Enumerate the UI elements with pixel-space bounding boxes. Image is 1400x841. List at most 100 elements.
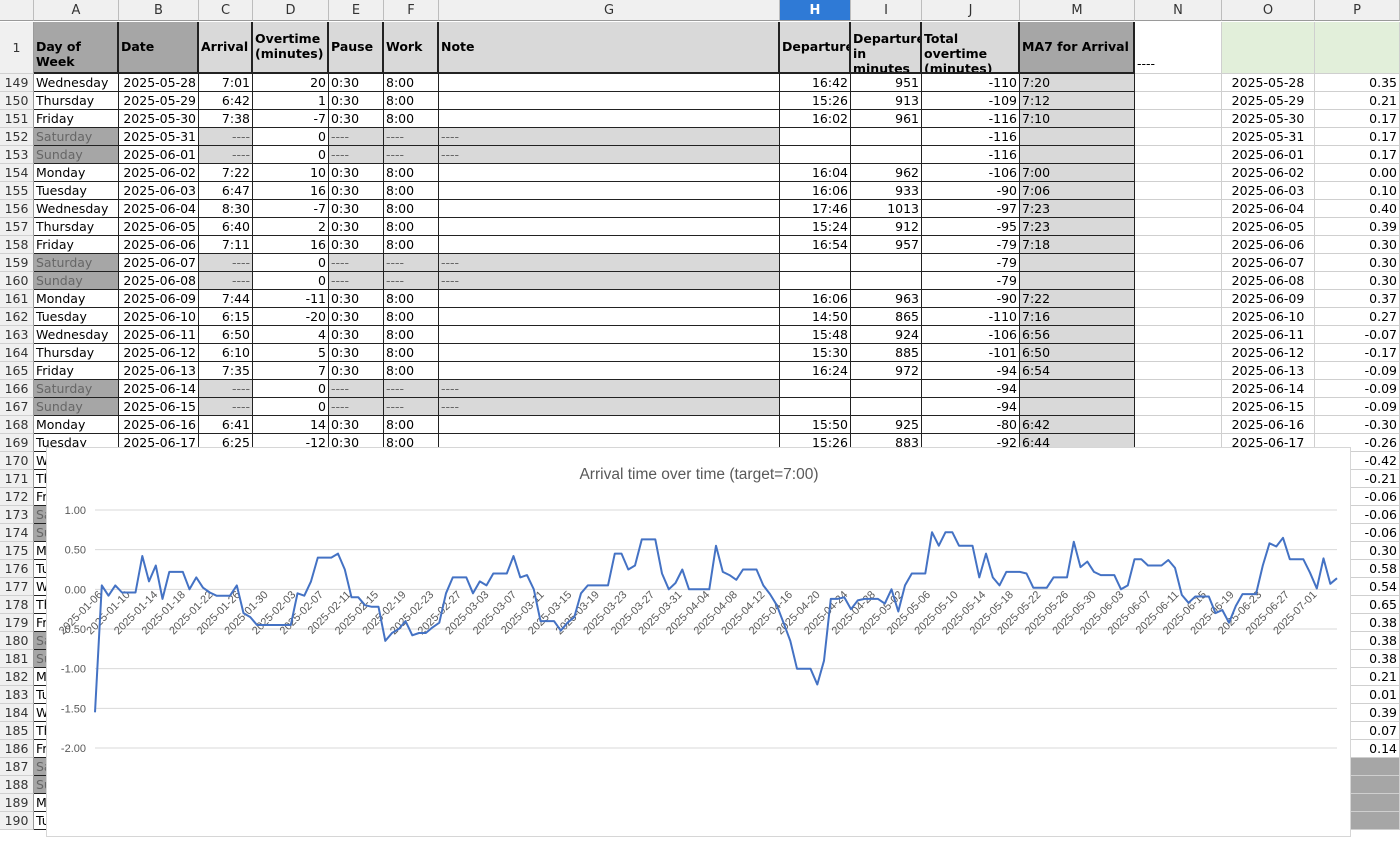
row-header[interactable]: 180 — [0, 632, 34, 650]
header-arrival[interactable]: Arrival — [199, 22, 253, 74]
cell-pause[interactable]: 0:30 — [329, 308, 384, 326]
cell-arrival[interactable]: 8:30 — [199, 200, 253, 218]
cell-o-date[interactable]: 2025-06-11 — [1222, 326, 1315, 344]
cell-work[interactable]: ---- — [384, 254, 439, 272]
cell-p-value[interactable]: 0.30 — [1315, 254, 1400, 272]
row-header[interactable]: 174 — [0, 524, 34, 542]
cell-note[interactable] — [439, 308, 780, 326]
cell-day[interactable]: Wednesday — [34, 74, 119, 92]
cell-n[interactable] — [1135, 326, 1222, 344]
cell-work[interactable]: 8:00 — [384, 92, 439, 110]
cell-departure[interactable] — [780, 146, 851, 164]
cell-o-date[interactable]: 2025-06-05 — [1222, 218, 1315, 236]
cell-arrival[interactable]: ---- — [199, 398, 253, 416]
header-note[interactable]: Note — [439, 22, 780, 74]
cell-pause[interactable]: ---- — [329, 146, 384, 164]
cell-departure[interactable]: 16:24 — [780, 362, 851, 380]
row-header[interactable]: 183 — [0, 686, 34, 704]
row-header[interactable]: 159 — [0, 254, 34, 272]
cell-o-date[interactable]: 2025-06-15 — [1222, 398, 1315, 416]
row-header[interactable]: 190 — [0, 812, 34, 830]
cell-date[interactable]: 2025-06-11 — [119, 326, 199, 344]
cell-departure[interactable]: 16:42 — [780, 74, 851, 92]
header-ma7-arrival[interactable]: MA7 for Arrival — [1020, 22, 1135, 74]
cell-ma7[interactable]: 7:06 — [1020, 182, 1135, 200]
row-header[interactable]: 173 — [0, 506, 34, 524]
cell-date[interactable]: 2025-06-12 — [119, 344, 199, 362]
cell-departure-minutes[interactable] — [851, 254, 922, 272]
cell-departure-minutes[interactable]: 961 — [851, 110, 922, 128]
cell-departure[interactable]: 15:50 — [780, 416, 851, 434]
cell-day[interactable]: Monday — [34, 416, 119, 434]
cell-date[interactable]: 2025-06-16 — [119, 416, 199, 434]
cell-pause[interactable]: 0:30 — [329, 344, 384, 362]
cell-total-overtime[interactable]: -79 — [922, 272, 1020, 290]
cell-total-overtime[interactable]: -94 — [922, 362, 1020, 380]
cell-work[interactable]: ---- — [384, 380, 439, 398]
cell-note[interactable]: ---- — [439, 146, 780, 164]
cell-total-overtime[interactable]: -109 — [922, 92, 1020, 110]
cell-n[interactable] — [1135, 218, 1222, 236]
cell-p-value[interactable]: 0.17 — [1315, 146, 1400, 164]
cell-work[interactable]: 8:00 — [384, 74, 439, 92]
cell-overtime[interactable]: 16 — [253, 236, 329, 254]
cell-n[interactable] — [1135, 128, 1222, 146]
cell-departure[interactable] — [780, 254, 851, 272]
cell-ma7[interactable]: 6:54 — [1020, 362, 1135, 380]
cell-p-value[interactable]: -0.09 — [1315, 380, 1400, 398]
cell-total-overtime[interactable]: -79 — [922, 254, 1020, 272]
cell-o-date[interactable]: 2025-05-31 — [1222, 128, 1315, 146]
cell-arrival[interactable]: 6:50 — [199, 326, 253, 344]
cell-ma7[interactable] — [1020, 380, 1135, 398]
cell-o-date[interactable]: 2025-06-01 — [1222, 146, 1315, 164]
cell-note[interactable] — [439, 344, 780, 362]
cell-total-overtime[interactable]: -95 — [922, 218, 1020, 236]
cell-overtime[interactable]: -7 — [253, 200, 329, 218]
cell-work[interactable]: 8:00 — [384, 344, 439, 362]
cell-overtime[interactable]: -7 — [253, 110, 329, 128]
cell-note[interactable] — [439, 416, 780, 434]
cell-departure-minutes[interactable] — [851, 380, 922, 398]
cell-work[interactable]: 8:00 — [384, 218, 439, 236]
cell-o-date[interactable]: 2025-05-29 — [1222, 92, 1315, 110]
cell-overtime[interactable]: 10 — [253, 164, 329, 182]
row-header[interactable]: 151 — [0, 110, 34, 128]
row-header[interactable]: 150 — [0, 92, 34, 110]
column-header-g[interactable]: G — [439, 0, 780, 21]
column-header-b[interactable]: B — [119, 0, 199, 21]
row-header-1[interactable]: 1 — [0, 22, 34, 74]
cell-n[interactable] — [1135, 398, 1222, 416]
cell-work[interactable]: ---- — [384, 128, 439, 146]
cell-ma7[interactable]: 7:00 — [1020, 164, 1135, 182]
column-header-i[interactable]: I — [851, 0, 922, 21]
cell-p-value[interactable]: -0.17 — [1315, 344, 1400, 362]
cell-total-overtime[interactable]: -106 — [922, 326, 1020, 344]
row-header[interactable]: 160 — [0, 272, 34, 290]
row-header[interactable]: 153 — [0, 146, 34, 164]
cell-arrival[interactable]: 7:35 — [199, 362, 253, 380]
cell-date[interactable]: 2025-06-03 — [119, 182, 199, 200]
cell-departure[interactable] — [780, 398, 851, 416]
cell-n[interactable] — [1135, 362, 1222, 380]
cell-n[interactable] — [1135, 272, 1222, 290]
cell-arrival[interactable]: ---- — [199, 128, 253, 146]
cell-date[interactable]: 2025-05-29 — [119, 92, 199, 110]
cell-note[interactable] — [439, 164, 780, 182]
cell-departure[interactable]: 15:24 — [780, 218, 851, 236]
cell-pause[interactable]: 0:30 — [329, 182, 384, 200]
cell-arrival[interactable]: 7:01 — [199, 74, 253, 92]
cell-arrival[interactable]: 6:10 — [199, 344, 253, 362]
cell-departure[interactable]: 16:02 — [780, 110, 851, 128]
cell-day[interactable]: Thursday — [34, 218, 119, 236]
cell-day[interactable]: Saturday — [34, 380, 119, 398]
row-header[interactable]: 187 — [0, 758, 34, 776]
cell-overtime[interactable]: -11 — [253, 290, 329, 308]
cell-arrival[interactable]: 6:15 — [199, 308, 253, 326]
cell-departure[interactable] — [780, 128, 851, 146]
cell-date[interactable]: 2025-06-07 — [119, 254, 199, 272]
column-header-n[interactable]: N — [1135, 0, 1222, 21]
cell-note[interactable] — [439, 326, 780, 344]
cell-arrival[interactable]: 7:11 — [199, 236, 253, 254]
cell-work[interactable]: 8:00 — [384, 290, 439, 308]
row-header[interactable]: 168 — [0, 416, 34, 434]
